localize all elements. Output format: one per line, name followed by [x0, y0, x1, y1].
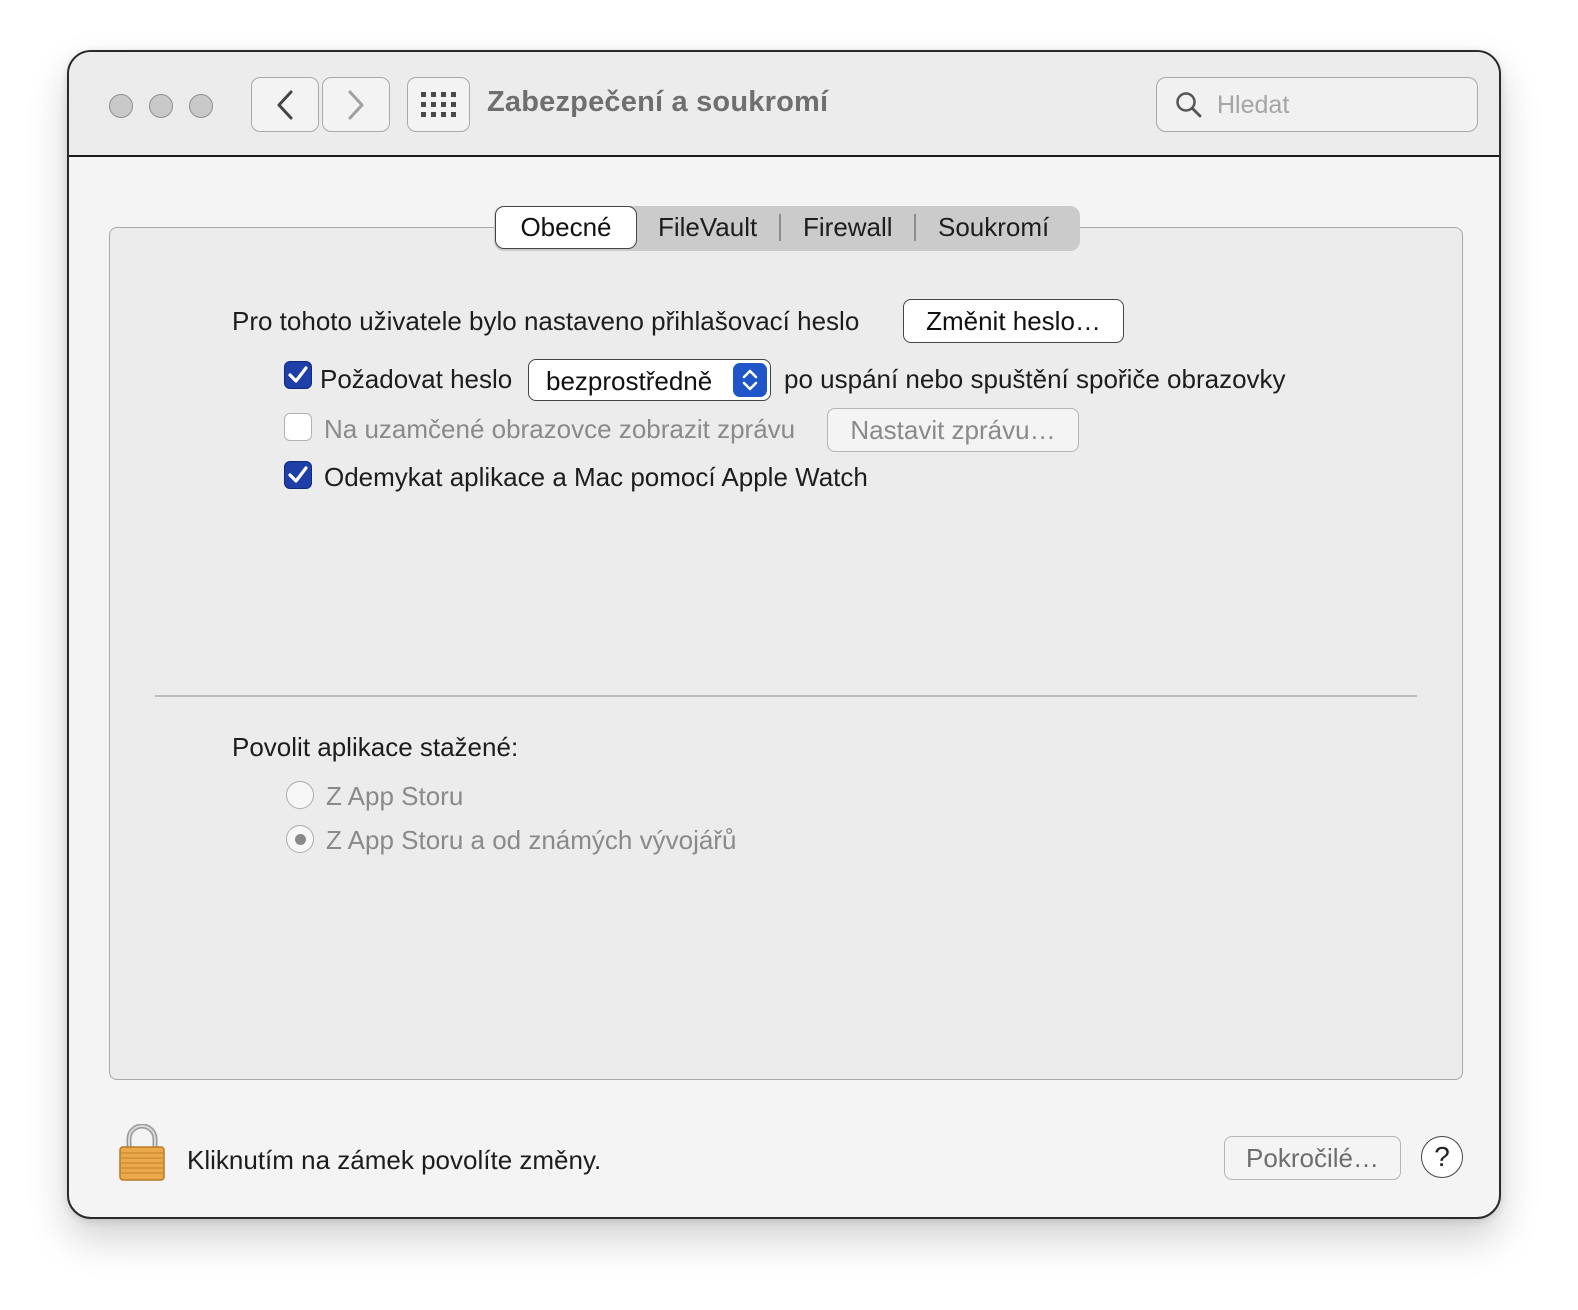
- chevron-right-icon: [348, 90, 364, 119]
- chevron-left-icon: [277, 90, 293, 119]
- password-set-text: Pro tohoto uživatele bylo nastaveno přih…: [232, 306, 860, 336]
- title-bar: Zabezpečení a soukromí Hledat: [69, 52, 1499, 157]
- radio-selected-dot: [294, 833, 306, 845]
- lock-text: Kliknutím na zámek povolíte změny.: [187, 1145, 602, 1175]
- general-tab-panel: [109, 227, 1463, 1080]
- minimize-window-button[interactable]: [149, 94, 173, 118]
- tab-bar: Obecné FileVault Firewall Soukromí: [494, 206, 1080, 251]
- show-all-button[interactable]: [407, 77, 470, 132]
- zoom-window-button[interactable]: [189, 94, 213, 118]
- search-field[interactable]: Hledat: [1156, 77, 1478, 132]
- radio-app-store-identified[interactable]: [286, 825, 314, 853]
- require-password-delay-popup[interactable]: bezprostředně: [528, 359, 771, 401]
- tab-filevault[interactable]: FileVault: [658, 212, 757, 243]
- preferences-window: Zabezpečení a soukromí Hledat Obecné Fil…: [67, 50, 1501, 1219]
- lock-message-label: Na uzamčené obrazovce zobrazit zprávu: [324, 414, 796, 444]
- set-message-button[interactable]: Nastavit zprávu…: [827, 408, 1079, 452]
- search-placeholder: Hledat: [1217, 91, 1290, 119]
- section-divider: [155, 695, 1417, 697]
- tab-privacy[interactable]: Soukromí: [938, 212, 1049, 243]
- radio-app-store-identified-label: Z App Storu a od známých vývojářů: [326, 825, 737, 855]
- search-icon: [1176, 92, 1202, 118]
- tab-separator: [779, 214, 781, 241]
- require-password-suffix: po uspání nebo spuštění spořiče obrazovk…: [784, 364, 1286, 394]
- tab-firewall[interactable]: Firewall: [803, 212, 893, 243]
- apple-watch-checkbox[interactable]: [284, 461, 312, 489]
- window-title: Zabezpečení a soukromí: [487, 86, 829, 118]
- tab-separator: [914, 214, 916, 241]
- radio-app-store-label: Z App Storu: [326, 781, 464, 811]
- radio-app-store[interactable]: [286, 781, 314, 809]
- padlock-icon[interactable]: [118, 1123, 166, 1187]
- lock-message-checkbox[interactable]: [284, 413, 312, 441]
- grid-icon: [420, 91, 456, 117]
- require-password-label: Požadovat heslo: [320, 364, 513, 394]
- apple-watch-label: Odemykat aplikace a Mac pomocí Apple Wat…: [324, 462, 868, 492]
- forward-button[interactable]: [322, 77, 390, 132]
- require-password-delay-value: bezprostředně: [546, 366, 713, 396]
- checkmark-icon: [288, 466, 308, 483]
- allow-apps-heading: Povolit aplikace stažené:: [232, 732, 519, 762]
- require-password-checkbox[interactable]: [284, 361, 312, 389]
- back-button[interactable]: [251, 77, 319, 132]
- advanced-button[interactable]: Pokročilé…: [1224, 1136, 1401, 1180]
- checkmark-icon: [288, 366, 308, 383]
- popup-arrows-icon: [733, 363, 767, 397]
- tab-general[interactable]: Obecné: [495, 206, 637, 249]
- help-button[interactable]: ?: [1421, 1136, 1463, 1178]
- close-window-button[interactable]: [109, 94, 133, 118]
- change-password-button[interactable]: Změnit heslo…: [903, 299, 1124, 343]
